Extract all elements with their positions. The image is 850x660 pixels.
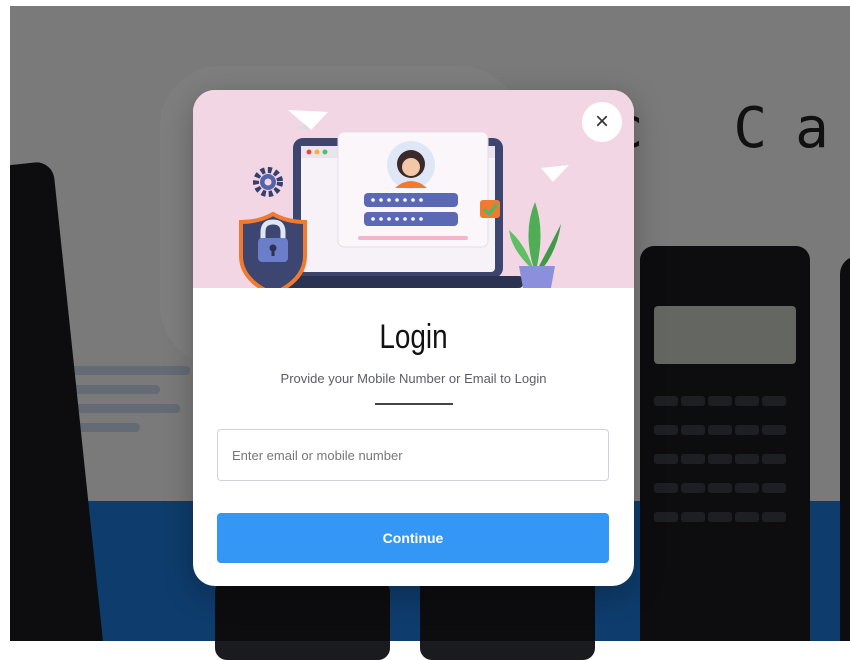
close-button[interactable]: × <box>582 102 622 142</box>
modal-title: Login <box>379 318 448 356</box>
gear-icon <box>253 167 283 197</box>
login-illustration-svg <box>239 110 569 297</box>
title-divider <box>375 403 453 405</box>
paper-plane-icon <box>288 110 328 130</box>
login-illustration <box>193 90 634 297</box>
paper-plane-icon <box>541 165 569 182</box>
login-modal: × Login Provide your Mobile Number or Em… <box>193 90 634 586</box>
continue-button[interactable]: Continue <box>217 513 609 563</box>
plant-icon <box>509 202 561 288</box>
close-icon: × <box>594 108 609 135</box>
avatar-icon <box>387 141 435 189</box>
checkbox-icon <box>480 200 500 218</box>
modal-subtitle: Provide your Mobile Number or Email to L… <box>280 371 547 386</box>
padlock-shield-icon <box>239 211 307 297</box>
email-or-mobile-input[interactable] <box>217 429 609 481</box>
